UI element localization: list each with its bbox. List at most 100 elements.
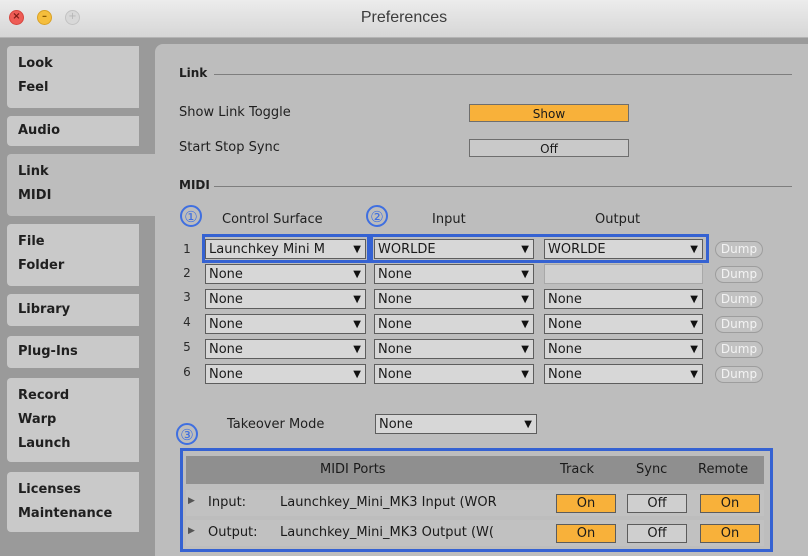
row-number: 1 [183, 242, 191, 256]
port-name: Launchkey_Mini_MK3 Input (WOR [280, 495, 497, 510]
output-select[interactable]: None ▼ [544, 364, 703, 384]
tab-look-feel[interactable]: Look Feel [7, 46, 139, 108]
annotation-marker-2: ② [366, 205, 388, 227]
midi-divider [214, 186, 792, 187]
remote-toggle[interactable]: On [700, 494, 760, 513]
select-value: None [378, 267, 412, 282]
dropdown-arrow-icon: ▼ [690, 294, 698, 305]
tab-label: Licenses [18, 482, 81, 497]
tab-label: Folder [18, 258, 65, 273]
sync-toggle[interactable]: Off [627, 524, 687, 543]
dropdown-arrow-icon: ▼ [521, 269, 529, 280]
select-value: None [548, 292, 582, 307]
control-surface-select[interactable]: None ▼ [205, 339, 366, 359]
row-number: 4 [183, 315, 191, 329]
takeover-mode-select[interactable]: None ▼ [375, 414, 537, 434]
dropdown-arrow-icon: ▼ [353, 369, 361, 380]
show-link-toggle-label: Show Link Toggle [179, 105, 291, 120]
input-select[interactable]: None ▼ [374, 264, 534, 284]
input-header: Input [432, 212, 466, 227]
dropdown-arrow-icon: ▼ [521, 319, 529, 330]
tab-audio[interactable]: Audio [7, 116, 139, 146]
select-value: Launchkey Mini M [209, 242, 325, 257]
select-value: None [378, 367, 412, 382]
control-surface-select[interactable]: None ▼ [205, 364, 366, 384]
tab-file-folder[interactable]: File Folder [7, 224, 139, 286]
dropdown-arrow-icon: ▼ [353, 269, 361, 280]
tab-label: Maintenance [18, 506, 113, 521]
tab-label: Plug-Ins [18, 344, 78, 359]
select-value: None [548, 367, 582, 382]
show-link-toggle-button[interactable]: Show [469, 104, 629, 122]
select-value: None [209, 292, 243, 307]
tab-licenses-maintenance[interactable]: Licenses Maintenance [7, 472, 139, 532]
dump-button[interactable]: Dump [715, 291, 763, 308]
tab-label: Audio [18, 123, 61, 138]
tab-library[interactable]: Library [7, 294, 139, 326]
dump-button[interactable]: Dump [715, 366, 763, 383]
output-select[interactable]: None ▼ [544, 289, 703, 309]
midi-section-title: MIDI [179, 178, 210, 192]
remote-toggle[interactable]: On [700, 524, 760, 543]
output-select[interactable]: None ▼ [544, 314, 703, 334]
dump-button[interactable]: Dump [715, 341, 763, 358]
tab-record-warp-launch[interactable]: Record Warp Launch [7, 378, 139, 462]
dropdown-arrow-icon: ▼ [690, 344, 698, 355]
track-toggle[interactable]: On [556, 494, 616, 513]
tab-label: Look [18, 56, 53, 71]
dump-button[interactable]: Dump [715, 316, 763, 333]
dropdown-arrow-icon: ▼ [690, 319, 698, 330]
select-value: None [209, 342, 243, 357]
remote-column: Remote [698, 462, 749, 477]
row-number: 3 [183, 290, 191, 304]
input-select[interactable]: None ▼ [374, 339, 534, 359]
select-value: WORLDE [378, 242, 436, 257]
input-select[interactable]: None ▼ [374, 364, 534, 384]
port-name: Launchkey_Mini_MK3 Output (W( [280, 525, 494, 540]
start-stop-sync-button[interactable]: Off [469, 139, 629, 157]
midi-ports-header: MIDI Ports Track Sync Remote [186, 456, 764, 484]
port-row-input: ▶ Input: Launchkey_Mini_MK3 Input (WOR O… [186, 490, 764, 516]
input-select[interactable]: None ▼ [374, 289, 534, 309]
tab-label: Launch [18, 436, 71, 451]
output-select[interactable]: WORLDE ▼ [544, 239, 703, 259]
output-select[interactable]: None ▼ [544, 339, 703, 359]
control-surface-select[interactable]: None ▼ [205, 264, 366, 284]
annotation-marker-3: ③ [176, 423, 198, 445]
input-select[interactable]: WORLDE ▼ [374, 239, 534, 259]
tab-link-midi[interactable]: Link MIDI [7, 154, 157, 216]
dropdown-arrow-icon: ▼ [524, 419, 532, 430]
control-surface-select[interactable]: None ▼ [205, 289, 366, 309]
select-value: None [209, 367, 243, 382]
select-value: None [548, 342, 582, 357]
title-bar: × – + Preferences [0, 0, 808, 38]
select-value: WORLDE [548, 242, 606, 257]
track-toggle[interactable]: On [556, 524, 616, 543]
output-select[interactable] [544, 264, 703, 284]
sidebar: Look Feel Audio Link MIDI File Folder Li… [0, 38, 157, 556]
dropdown-arrow-icon: ▼ [690, 369, 698, 380]
control-surface-header: Control Surface [222, 212, 323, 227]
tab-label: Library [18, 302, 71, 317]
control-surface-select[interactable]: Launchkey Mini M ▼ [205, 239, 366, 259]
dropdown-arrow-icon: ▼ [353, 294, 361, 305]
dropdown-arrow-icon: ▼ [521, 294, 529, 305]
tab-plug-ins[interactable]: Plug-Ins [7, 336, 139, 368]
port-row-output: ▶ Output: Launchkey_Mini_MK3 Output (W( … [186, 520, 764, 546]
expand-triangle-icon[interactable]: ▶ [188, 496, 195, 506]
select-value: None [378, 292, 412, 307]
dump-button[interactable]: Dump [715, 266, 763, 283]
dropdown-arrow-icon: ▼ [353, 319, 361, 330]
track-column: Track [560, 462, 595, 477]
sync-toggle[interactable]: Off [627, 494, 687, 513]
control-surface-select[interactable]: None ▼ [205, 314, 366, 334]
select-value: None [379, 417, 413, 432]
input-select[interactable]: None ▼ [374, 314, 534, 334]
output-header: Output [595, 212, 641, 227]
start-stop-sync-label: Start Stop Sync [179, 140, 280, 155]
sync-column: Sync [636, 462, 668, 477]
expand-triangle-icon[interactable]: ▶ [188, 526, 195, 536]
dump-button[interactable]: Dump [715, 241, 763, 258]
tab-label: Link [18, 164, 49, 179]
select-value: None [378, 342, 412, 357]
